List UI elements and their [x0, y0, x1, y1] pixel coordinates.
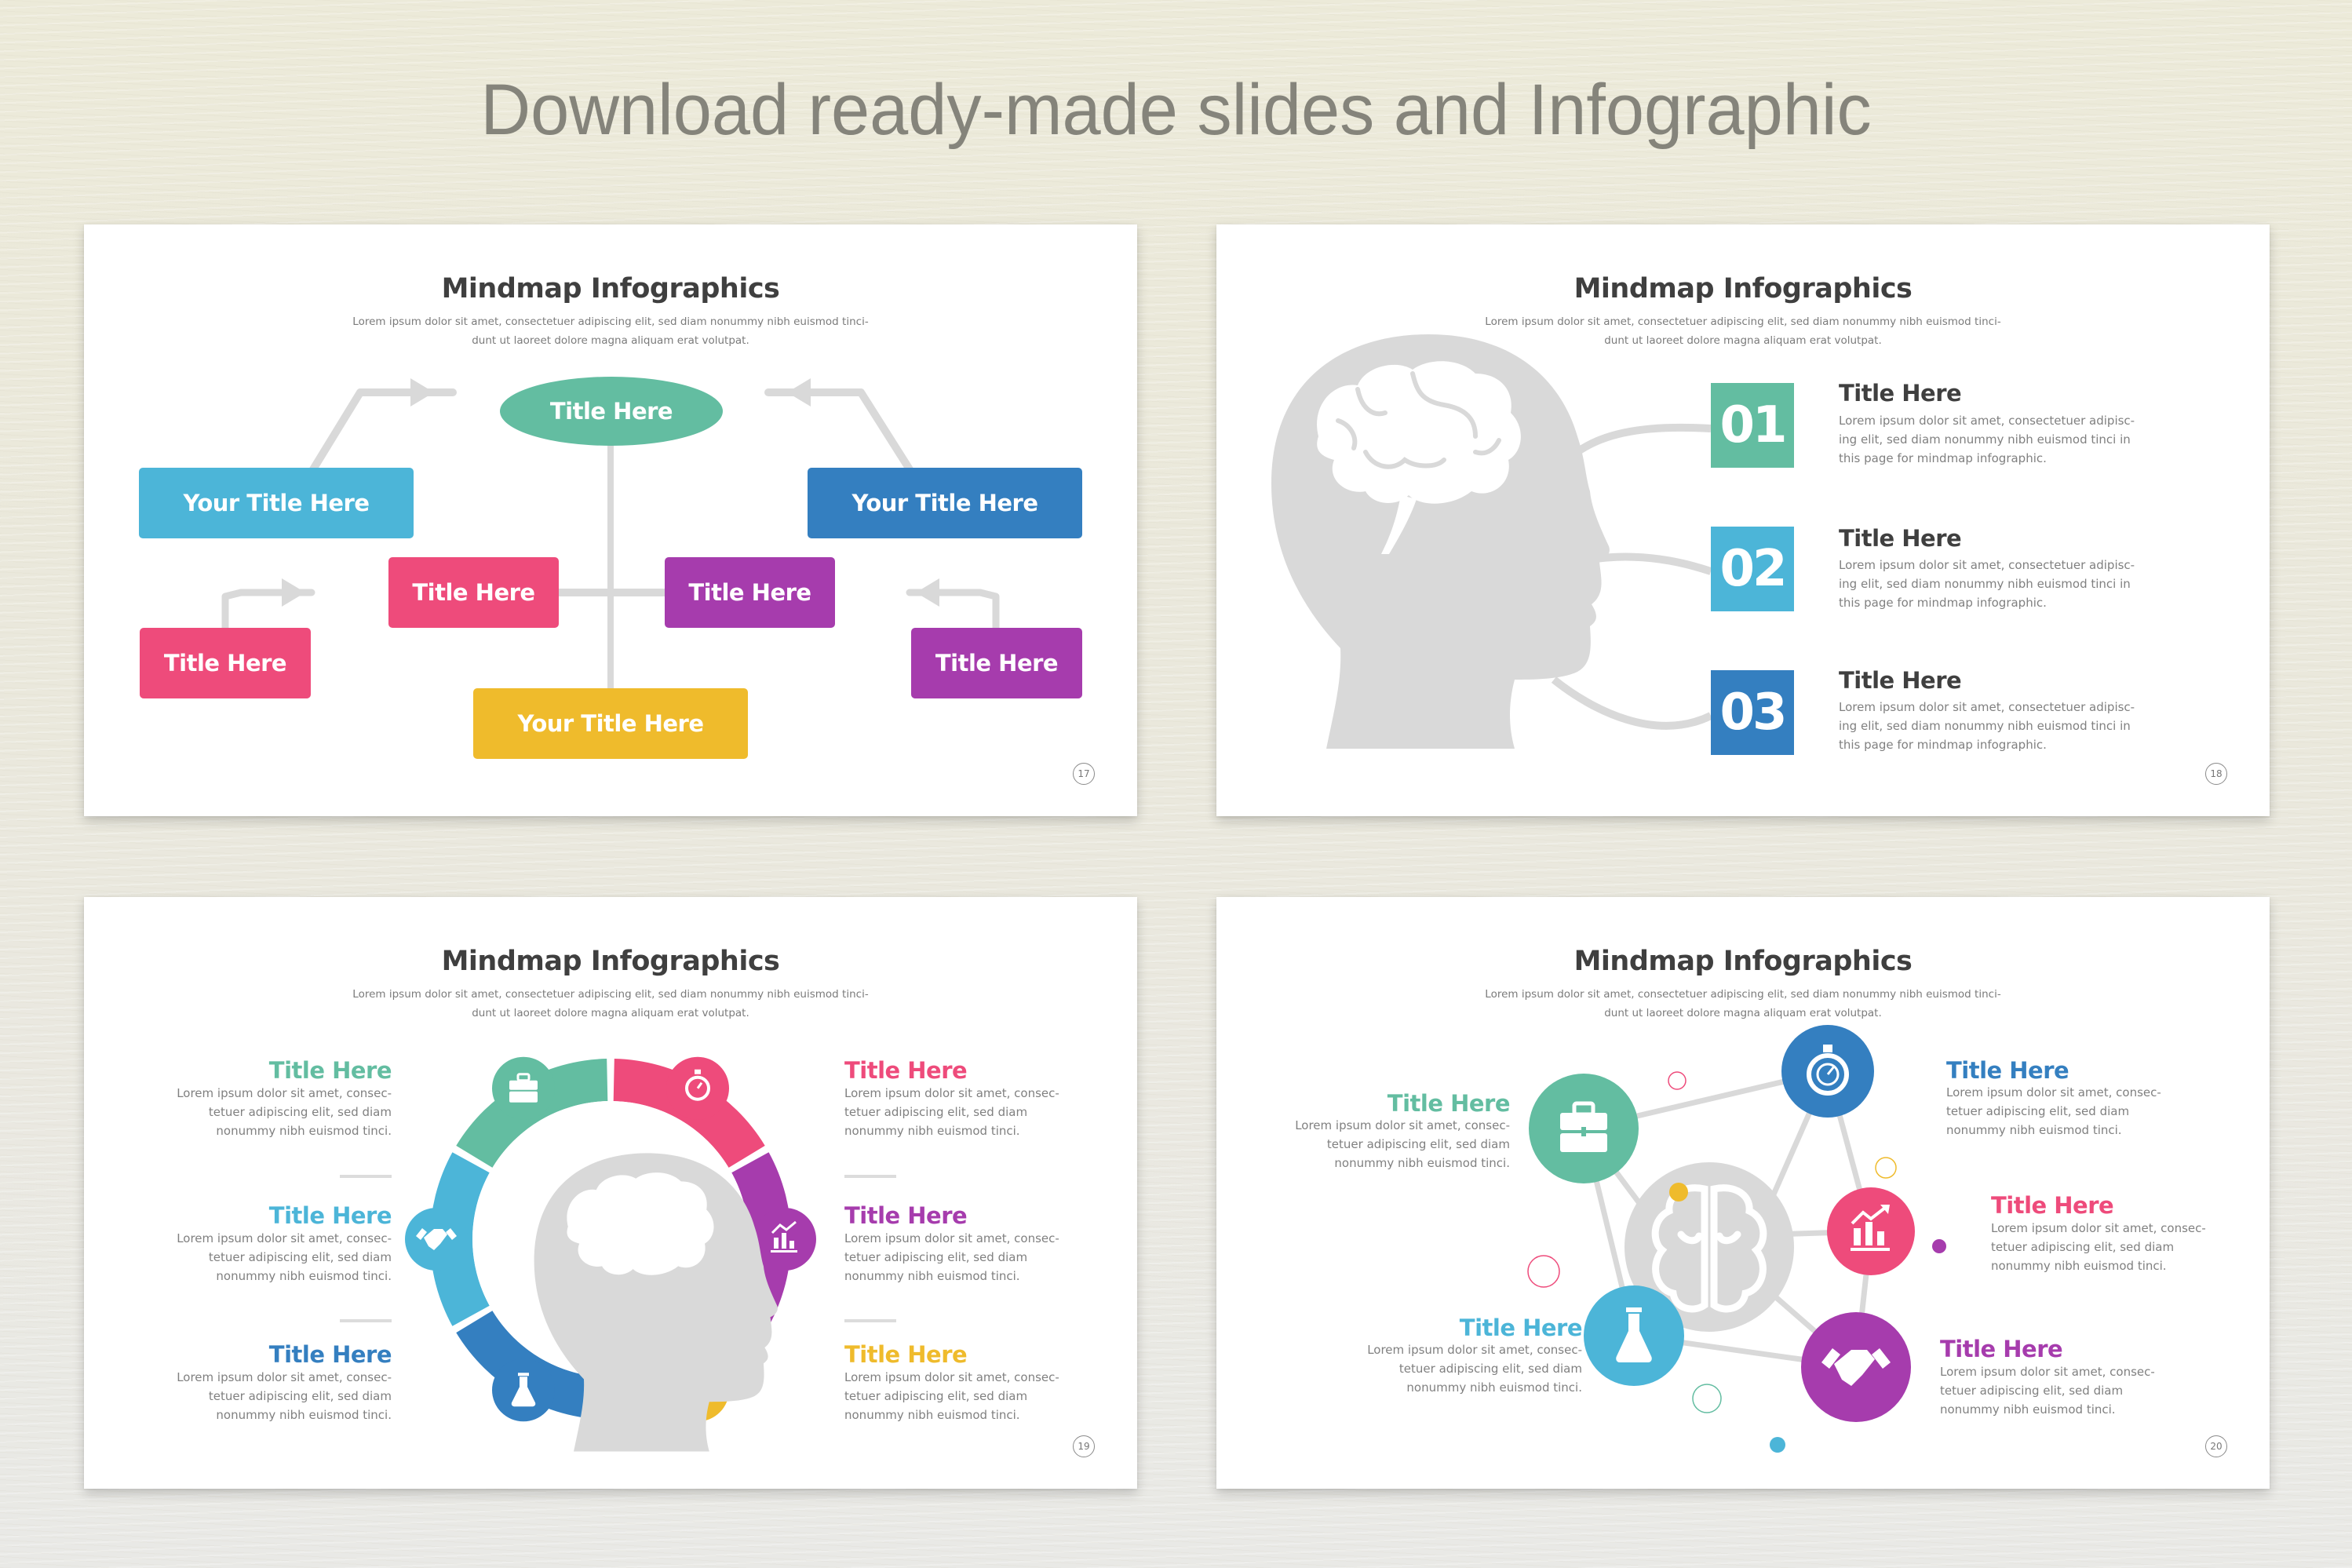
item-description: Lorem ipsum dolor sit amet, consec- tetu… — [1295, 1118, 1510, 1170]
arrow-right-icon — [410, 378, 434, 407]
slide-subtitle: Lorem ipsum dolor sit amet, consectetuer… — [1485, 988, 2001, 1019]
decor-dot — [1669, 1183, 1688, 1202]
item-title: Title Here — [1839, 380, 1962, 407]
slide-title: Mindmap Infographics — [1573, 273, 1913, 304]
decor-dot — [1932, 1239, 1946, 1253]
page-number: 17 — [1073, 763, 1095, 785]
item-description: Lorem ipsum dolor sit amet, consec- tetu… — [1940, 1365, 2155, 1417]
item-description: Lorem ipsum dolor sit amet, consectetuer… — [1839, 700, 2135, 752]
node-top-left[interactable]: Your Title Here — [139, 468, 414, 538]
slide-title: Mindmap Infographics — [441, 273, 780, 304]
arrow-left-icon — [787, 378, 811, 407]
center-node[interactable]: Title Here — [500, 377, 723, 446]
item-description: Lorem ipsum dolor sit amet, consec- tetu… — [1991, 1221, 2206, 1273]
item-title: Title Here — [1459, 1315, 1583, 1341]
page-number: 20 — [2205, 1435, 2227, 1457]
item-description: Lorem ipsum dolor sit amet, consec- tetu… — [1946, 1085, 2161, 1137]
item-title: Title Here — [844, 1202, 968, 1229]
slide-title: Mindmap Infographics — [1573, 946, 1913, 977]
slide-mindmap-numbered[interactable]: Mindmap Infographics Lorem ipsum dolor s… — [1216, 224, 2270, 816]
divider — [340, 1319, 392, 1322]
slide-mindmap-network[interactable]: Mindmap Infographics Lorem ipsum dolor s… — [1216, 897, 2270, 1489]
item-description: Lorem ipsum dolor sit amet, consec- tetu… — [177, 1086, 392, 1138]
node-mid-right[interactable]: Title Here — [665, 557, 835, 628]
item-description: Lorem ipsum dolor sit amet, consectetuer… — [1839, 414, 2135, 465]
number-badge: 01 — [1711, 383, 1794, 468]
slide-title: Mindmap Infographics — [441, 946, 780, 977]
decor-dot — [1770, 1437, 1785, 1453]
item-title: Title Here — [1387, 1090, 1511, 1117]
item-title: Title Here — [1946, 1057, 2069, 1084]
page-number: 18 — [2205, 763, 2227, 785]
item-title: Title Here — [268, 1202, 392, 1229]
slide-subtitle: Lorem ipsum dolor sit amet, consectetuer… — [352, 988, 869, 1019]
item-title: Title Here — [1940, 1336, 2063, 1362]
page-headline: Download ready-made slides and Infograph… — [480, 70, 1872, 150]
item-description: Lorem ipsum dolor sit amet, consec- tetu… — [1367, 1343, 1582, 1395]
item-description: Lorem ipsum dolor sit amet, consec- tetu… — [844, 1370, 1059, 1422]
item-title: Title Here — [844, 1341, 968, 1368]
decor-ring — [1527, 1255, 1560, 1288]
node-far-left[interactable]: Title Here — [140, 628, 311, 698]
divider — [340, 1175, 392, 1178]
node-circle-stopwatch — [1781, 1025, 1874, 1118]
item-title: Title Here — [1991, 1192, 2114, 1219]
item-description: Lorem ipsum dolor sit amet, consec- tetu… — [177, 1231, 392, 1283]
slide-mindmap-flowchart[interactable]: Mindmap Infographics Lorem ipsum dolor s… — [84, 224, 1137, 816]
item-title: Title Here — [268, 1057, 392, 1084]
node-bottom[interactable]: Your Title Here — [473, 688, 748, 759]
item-description: Lorem ipsum dolor sit amet, consectetuer… — [1839, 558, 2135, 610]
number-badge: 02 — [1711, 527, 1794, 611]
slide-mindmap-ring[interactable]: Mindmap Infographics Lorem ipsum dolor s… — [84, 897, 1137, 1489]
slide-subtitle: Lorem ipsum dolor sit amet, consectetuer… — [1485, 315, 2001, 347]
node-top-right[interactable]: Your Title Here — [808, 468, 1082, 538]
item-description: Lorem ipsum dolor sit amet, consec- tetu… — [844, 1086, 1059, 1138]
decor-ring — [1668, 1071, 1687, 1090]
divider — [844, 1175, 896, 1178]
page-number: 19 — [1073, 1435, 1095, 1457]
icon-bubble — [666, 1056, 729, 1120]
item-description: Lorem ipsum dolor sit amet, consec- tetu… — [844, 1231, 1059, 1283]
arrow-left-icon — [916, 578, 939, 607]
item-title: Title Here — [268, 1341, 392, 1368]
decor-ring — [1875, 1157, 1897, 1179]
item-title: Title Here — [1839, 667, 1962, 694]
decor-ring — [1692, 1384, 1722, 1413]
node-mid-left[interactable]: Title Here — [388, 557, 559, 628]
node-far-right[interactable]: Title Here — [911, 628, 1082, 698]
item-title: Title Here — [1839, 525, 1962, 552]
item-description: Lorem ipsum dolor sit amet, consec- tetu… — [177, 1370, 392, 1422]
divider — [844, 1319, 896, 1322]
number-badge: 03 — [1711, 670, 1794, 755]
item-title: Title Here — [844, 1057, 968, 1084]
slide-subtitle: Lorem ipsum dolor sit amet, consectetuer… — [352, 315, 869, 347]
arrow-right-icon — [282, 578, 305, 607]
